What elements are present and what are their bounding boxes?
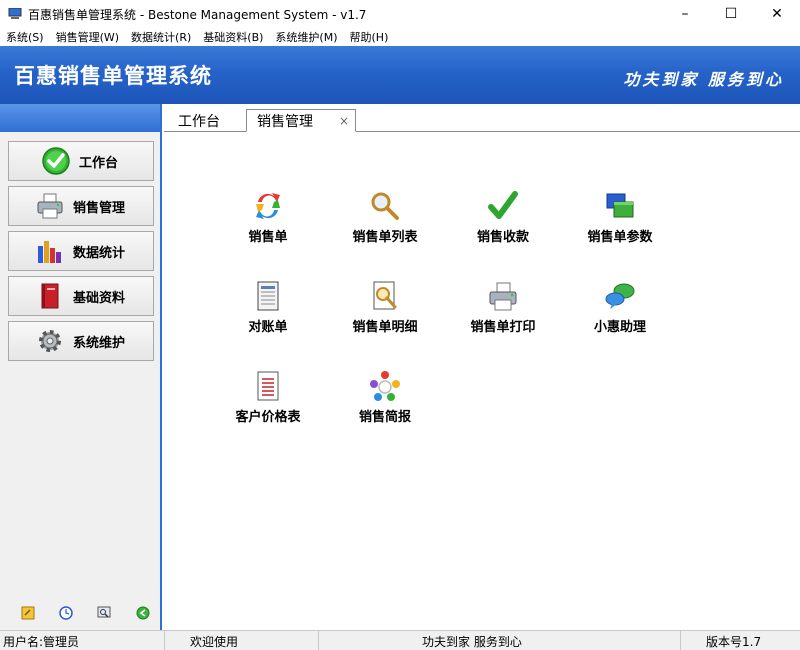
sidebar-toolbar [0, 606, 160, 622]
status-bar: 用户名:管理员 欢迎使用 功夫到家 服务到心 版本号1.7 [0, 630, 800, 650]
sidebar-header [0, 104, 160, 132]
window-title: 百惠销售单管理系统 - Bestone Management System - … [28, 7, 367, 22]
sidebar-item-label: 系统维护 [73, 335, 126, 351]
close-button[interactable]: ✕ [754, 0, 800, 28]
key-icon[interactable] [21, 606, 35, 620]
sidebar-item-label: 数据统计 [73, 245, 126, 261]
refresh-arrows-icon [256, 193, 280, 219]
status-user: 用户名:管理员 [3, 635, 80, 649]
menu-statistics[interactable]: 数据统计(R) [125, 29, 197, 45]
sidebar-item-statistics[interactable]: 数据统计 [8, 231, 154, 271]
header-banner: 百惠销售单管理系统 功夫到家 服务到心 [0, 46, 800, 104]
app-computer-icon [8, 8, 22, 19]
clock-icon[interactable] [59, 606, 73, 620]
sidebar-item-workbench[interactable]: 工作台 [8, 141, 154, 181]
tab-label: 销售管理 [257, 113, 313, 130]
printer-icon [35, 191, 65, 221]
func-sales-payment[interactable]: 销售收款 [448, 190, 558, 245]
tab-sales-management[interactable]: 销售管理 × [246, 109, 356, 132]
book-icon [35, 281, 65, 311]
cycle-icon [370, 371, 400, 401]
func-sales-order[interactable]: 销售单 [213, 190, 323, 245]
maximize-button[interactable]: ☐ [708, 0, 754, 28]
func-label: 销售单 [248, 230, 288, 245]
menu-sales[interactable]: 销售管理(W) [50, 29, 125, 45]
ledger-icon [257, 281, 279, 311]
func-label: 对账单 [248, 320, 288, 335]
windows-icon [606, 193, 634, 218]
title-bar: 百惠销售单管理系统 - Bestone Management System - … [0, 0, 800, 28]
func-sales-order-params[interactable]: 销售单参数 [565, 190, 675, 245]
app-title: 百惠销售单管理系统 [14, 64, 212, 88]
menu-system[interactable]: 系统(S) [0, 29, 50, 45]
tab-close-icon[interactable]: × [339, 114, 349, 128]
func-label: 销售收款 [476, 230, 529, 245]
price-list-icon [257, 371, 279, 401]
status-divider [164, 631, 165, 650]
check-circle-icon [41, 146, 71, 176]
func-sales-order-list[interactable]: 销售单列表 [330, 190, 440, 245]
sidebar-item-label: 基础资料 [73, 290, 126, 306]
sidebar-item-sales[interactable]: 销售管理 [8, 186, 154, 226]
status-version: 版本号1.7 [706, 635, 762, 649]
sidebar-item-label: 销售管理 [73, 200, 126, 216]
banner-slogan: 功夫到家 服务到心 [623, 70, 784, 89]
func-label: 销售简报 [358, 410, 411, 425]
func-label: 销售单打印 [470, 320, 536, 335]
func-assistant[interactable]: 小惠助理 [565, 280, 675, 335]
func-label: 销售单参数 [587, 230, 653, 245]
func-sales-order-detail[interactable]: 销售单明细 [330, 280, 440, 335]
sidebar: 工作台 销售管理 数据统计 基础资料 系统维护 [0, 104, 162, 630]
func-label: 小惠助理 [593, 320, 646, 335]
func-statement[interactable]: 对账单 [213, 280, 323, 335]
back-arrow-icon[interactable] [136, 606, 150, 620]
menu-maintenance[interactable]: 系统维护(M) [269, 29, 343, 45]
status-divider [318, 631, 319, 650]
tab-workbench[interactable]: 工作台 [178, 109, 220, 132]
func-label: 销售单列表 [352, 230, 418, 245]
func-label: 销售单明细 [352, 320, 418, 335]
func-sales-order-print[interactable]: 销售单打印 [448, 280, 558, 335]
document-search-icon [373, 281, 397, 310]
tab-strip: 工作台 销售管理 × [164, 104, 800, 132]
search-window-icon[interactable] [97, 606, 111, 620]
magnifier-icon [371, 192, 399, 220]
status-slogan: 功夫到家 服务到心 [422, 635, 522, 649]
gear-icon [35, 326, 65, 356]
sidebar-item-basic-data[interactable]: 基础资料 [8, 276, 154, 316]
checkmark-icon [488, 191, 518, 219]
menu-bar: 系统(S) 销售管理(W) 数据统计(R) 基础资料(B) 系统维护(M) 帮助… [0, 28, 800, 46]
sidebar-item-maintenance[interactable]: 系统维护 [8, 321, 154, 361]
menu-basic-data[interactable]: 基础资料(B) [197, 29, 269, 45]
main-panel: 工作台 销售管理 × 销售单 销售单列表 销售收款 销售单参数 对账单 销售单明… [164, 104, 800, 630]
tab-label: 工作台 [178, 113, 220, 130]
sidebar-item-label: 工作台 [79, 155, 119, 171]
func-sales-brief[interactable]: 销售简报 [330, 370, 440, 425]
status-welcome: 欢迎使用 [190, 635, 239, 649]
chat-bubbles-icon [605, 283, 635, 309]
printer-icon [489, 282, 517, 311]
func-label: 客户价格表 [235, 410, 301, 425]
bar-chart-icon [35, 236, 65, 266]
status-divider [680, 631, 681, 650]
menu-help[interactable]: 帮助(H) [344, 29, 395, 45]
func-customer-price-list[interactable]: 客户价格表 [213, 370, 323, 425]
minimize-button[interactable]: – [662, 0, 708, 28]
